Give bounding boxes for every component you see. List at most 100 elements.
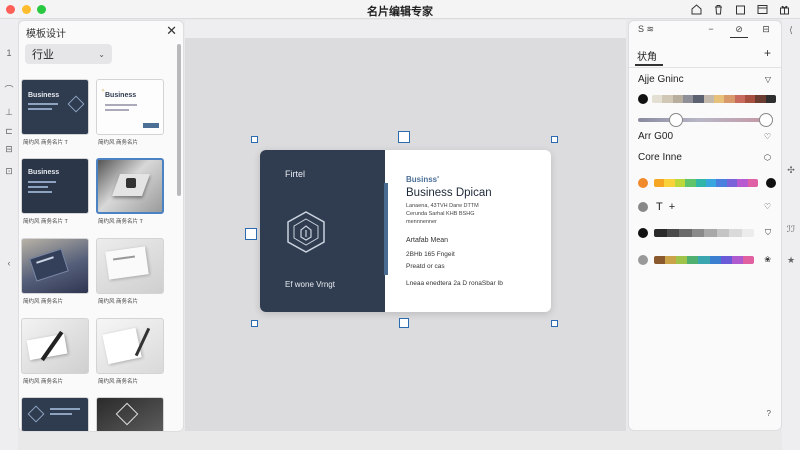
template-panel: 模板设计 ✕ 行业 ⌄ Business 简约风 商务名片 T ✧ Busine… xyxy=(18,20,184,432)
text-style-icon[interactable]: ℐℐ xyxy=(786,224,796,235)
template-caption: 简约风 商务名片 xyxy=(23,299,64,305)
card-brand[interactable]: Firtel xyxy=(285,169,305,179)
template-thumbnail[interactable]: Business xyxy=(21,79,89,135)
color-swatch-gray[interactable] xyxy=(638,255,648,265)
heart-icon[interactable]: ♡ xyxy=(764,132,771,141)
palette-row xyxy=(638,228,754,238)
heart-icon[interactable]: ♡ xyxy=(764,202,771,211)
color-swatch-orange[interactable] xyxy=(638,178,648,188)
template-thumbnail[interactable] xyxy=(96,238,164,294)
resize-handle-bottom-right[interactable] xyxy=(551,320,558,327)
card-detail[interactable]: Preatd or cas xyxy=(406,263,445,270)
slider-handle[interactable] xyxy=(759,113,773,127)
hexagon-logo-icon[interactable] xyxy=(284,210,328,254)
category-value: 行业 xyxy=(32,49,54,61)
property-label: Arr G00 xyxy=(638,131,674,142)
tab-style[interactable]: S ≋ xyxy=(635,24,657,38)
align-tool-icon[interactable]: ⊥ xyxy=(3,106,15,118)
curve-tool-icon[interactable]: ⌒ xyxy=(3,83,15,95)
color-swatch-black[interactable] xyxy=(766,178,776,188)
business-card[interactable]: Firtel Ef wone Vrngt Businss' Business D… xyxy=(260,150,551,312)
text-tools-row: T + xyxy=(638,201,675,213)
left-toolbar: 1 ⌒ ⊥ ⊏ ⊟ ⊡ ‹ xyxy=(0,19,18,450)
move-tool-icon[interactable]: ✣ xyxy=(786,165,796,176)
star-icon[interactable]: ★ xyxy=(786,255,796,266)
card-kicker[interactable]: Businss' xyxy=(406,175,439,184)
property-label: Core Inne xyxy=(638,152,682,163)
template-caption: 简约风 商务名片 T xyxy=(23,219,68,225)
color-swatch-black[interactable] xyxy=(638,94,648,104)
card-footer[interactable]: Lneaa enedtera 2a D ronaSbar Ib xyxy=(406,280,503,287)
page-number[interactable]: 1 xyxy=(3,47,15,59)
slider-handle[interactable] xyxy=(669,113,683,127)
home-icon[interactable] xyxy=(690,3,702,15)
color-swatch-black[interactable] xyxy=(638,228,648,238)
frame-tool-icon[interactable]: ⊏ xyxy=(3,125,15,137)
color-swatch-gray[interactable] xyxy=(638,202,648,212)
card-phone[interactable]: 2BHb 165 Fngeit xyxy=(406,251,455,258)
palette-row xyxy=(638,178,776,188)
help-icon[interactable]: ? xyxy=(767,409,771,418)
resize-handle-top-right[interactable] xyxy=(551,136,558,143)
card-address-line[interactable]: Cerunda Sarhal KHB BSHG xyxy=(406,211,474,217)
template-thumbnail[interactable] xyxy=(21,318,89,374)
trash-icon[interactable] xyxy=(712,3,724,15)
image-tool-icon[interactable]: ⊡ xyxy=(3,165,15,177)
template-thumbnail-selected[interactable] xyxy=(96,158,164,214)
text-tool-icon[interactable]: T xyxy=(656,201,663,213)
resize-handle-top-left[interactable] xyxy=(251,136,258,143)
gift-icon[interactable] xyxy=(778,3,790,15)
template-thumbnail[interactable] xyxy=(21,397,89,431)
logo-icon xyxy=(27,405,45,423)
grayscale-palette-strip[interactable] xyxy=(654,229,754,237)
resize-handle-top[interactable] xyxy=(398,131,410,143)
palette-row xyxy=(638,255,754,265)
template-thumbnail-label: Business xyxy=(105,92,137,99)
card-address-line[interactable]: mennnenner xyxy=(406,219,437,225)
gradient-palette-strip[interactable] xyxy=(654,256,754,264)
opacity-slider[interactable] xyxy=(638,118,761,122)
hexagon-icon[interactable]: ⬡ xyxy=(764,153,771,162)
card-address-line[interactable]: Lanaena, 43TVH Darw DTTM xyxy=(406,203,479,209)
template-thumbnail-label: Business xyxy=(28,92,60,99)
collapse-right-icon[interactable]: ⟨ xyxy=(786,25,796,36)
add-button[interactable]: + xyxy=(764,46,771,60)
right-toolbar: ⟨ ✣ ℐℐ ★ xyxy=(782,19,800,450)
template-thumbnail[interactable]: ✧ Business xyxy=(96,79,164,135)
add-text-icon[interactable]: + xyxy=(669,201,675,213)
template-thumbnail[interactable] xyxy=(96,318,164,374)
close-icon[interactable]: ✕ xyxy=(166,23,177,39)
category-select[interactable]: 行业 ⌄ xyxy=(25,44,112,64)
window-icon[interactable] xyxy=(756,3,768,15)
logo-icon xyxy=(115,402,139,426)
template-caption: 简约风 商务名片 xyxy=(98,299,139,305)
share-icon[interactable] xyxy=(734,3,746,15)
template-scrollbar[interactable] xyxy=(177,44,181,196)
layers-icon[interactable]: ⊟ xyxy=(3,143,15,155)
chevron-down-icon: ⌄ xyxy=(98,49,105,59)
title-bar: 名片编辑专家 xyxy=(0,0,800,19)
template-thumbnail[interactable] xyxy=(21,238,89,294)
palette-strip[interactable] xyxy=(652,95,776,103)
tab-fill[interactable]: ⊘ xyxy=(730,24,748,38)
tab-layers[interactable]: ⊟ xyxy=(757,24,775,38)
section-title: 状角 xyxy=(637,52,657,63)
palette-icon[interactable]: ❀ xyxy=(764,255,771,264)
card-name[interactable]: Business Dpican xyxy=(406,187,492,199)
shield-icon[interactable]: ⛉ xyxy=(765,228,771,238)
palette-row xyxy=(638,94,776,104)
template-thumbnail[interactable] xyxy=(96,397,164,431)
template-thumbnail[interactable]: Business xyxy=(21,158,89,214)
card-subtitle[interactable]: Artafab Mean xyxy=(406,237,448,244)
triangle-icon[interactable]: ▽ xyxy=(765,75,771,84)
template-caption: 简约风 商务名片 xyxy=(98,140,139,146)
app-title: 名片编辑专家 xyxy=(367,6,433,18)
rainbow-palette-strip[interactable] xyxy=(654,179,758,187)
template-caption: 简约风 商务名片 T xyxy=(23,140,68,146)
resize-handle-bottom-left[interactable] xyxy=(251,320,258,327)
collapse-panel-icon[interactable]: ‹ xyxy=(3,257,15,269)
resize-handle-left[interactable] xyxy=(245,228,257,240)
card-tagline[interactable]: Ef wone Vrngt xyxy=(285,280,335,289)
tab-line[interactable]: − xyxy=(702,24,720,38)
resize-handle-bottom[interactable] xyxy=(399,318,409,328)
